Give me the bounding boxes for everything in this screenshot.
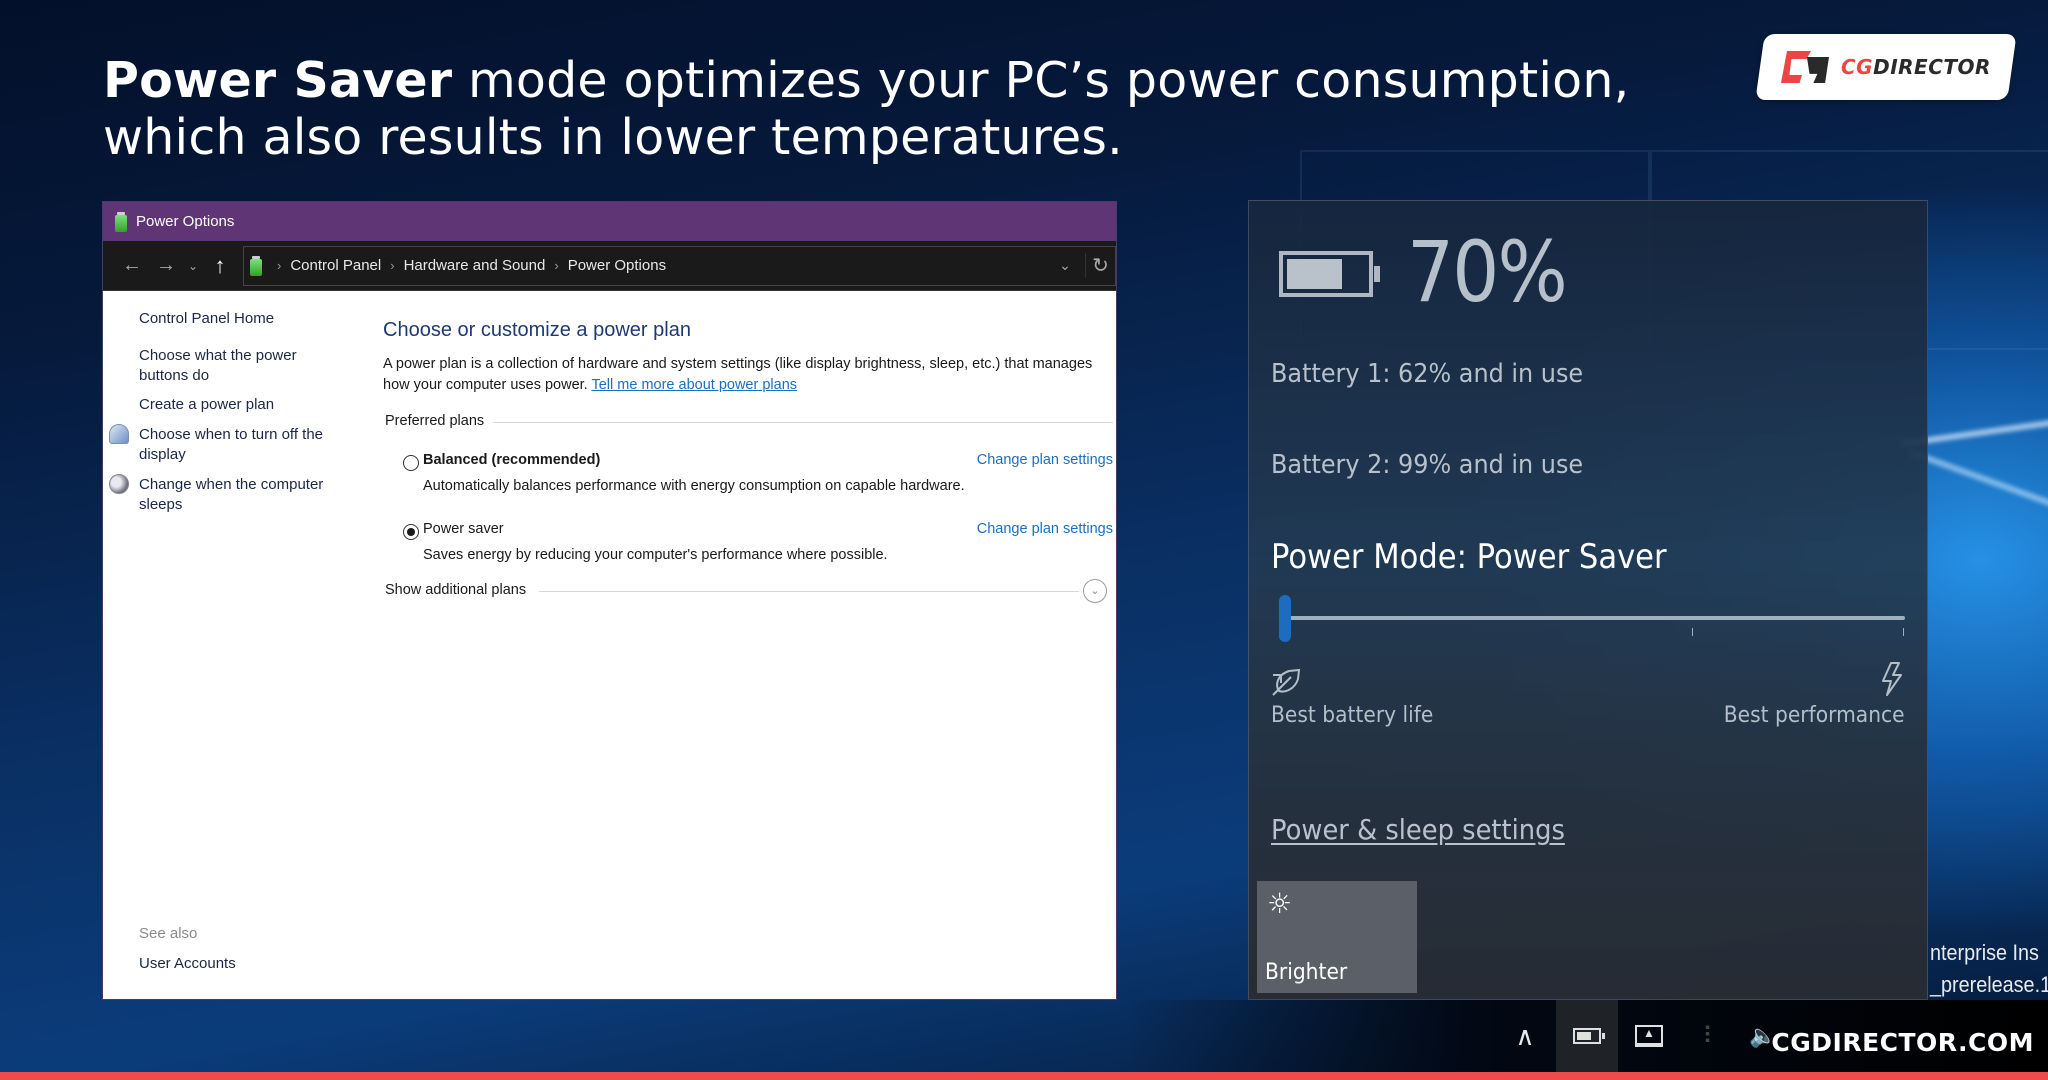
brighter-label: Brighter bbox=[1265, 960, 1348, 985]
user-accounts-link[interactable]: User Accounts bbox=[139, 955, 236, 972]
power-mode-slider-track[interactable] bbox=[1279, 616, 1905, 620]
battery-location-icon bbox=[250, 255, 262, 276]
window-content: Control Panel Home Choose what the power… bbox=[103, 291, 1116, 1000]
address-bar[interactable]: › Control Panel › Hardware and Sound › P… bbox=[243, 245, 1116, 286]
sun-brightness-icon: ☼ bbox=[1267, 887, 1293, 920]
breadcrumb-separator-icon[interactable]: › bbox=[390, 258, 394, 273]
power-sleep-settings-link[interactable]: Power & sleep settings bbox=[1271, 813, 1565, 846]
back-arrow-icon[interactable]: ← bbox=[115, 254, 149, 277]
slider-tick bbox=[1903, 628, 1904, 636]
best-battery-life-label: Best battery life bbox=[1271, 703, 1434, 728]
headline: Power Saver mode optimizes your PC’s pow… bbox=[103, 52, 1629, 166]
display-clock-icon bbox=[109, 424, 129, 444]
additional-plans-divider bbox=[539, 591, 1079, 592]
plan-balanced-description: Automatically balances performance with … bbox=[423, 478, 965, 494]
breadcrumb-separator-icon[interactable]: › bbox=[554, 258, 558, 273]
plan-power-saver-change-settings-link[interactable]: Change plan settings bbox=[977, 521, 1113, 537]
page-heading: Choose or customize a power plan bbox=[383, 319, 691, 341]
breadcrumb-control-panel[interactable]: Control Panel bbox=[290, 257, 381, 274]
best-performance-label: Best performance bbox=[1724, 703, 1905, 728]
breadcrumb-hardware-and-sound[interactable]: Hardware and Sound bbox=[404, 257, 546, 274]
battery-fill bbox=[1287, 259, 1342, 289]
preferred-plans-label: Preferred plans bbox=[385, 413, 493, 429]
refresh-icon[interactable]: ↻ bbox=[1085, 253, 1115, 278]
plan-balanced-radio[interactable] bbox=[403, 455, 419, 471]
show-hidden-icons-chevron-icon[interactable]: ∧ bbox=[1494, 1000, 1556, 1072]
recent-locations-chevron-icon[interactable]: ⌄ bbox=[183, 259, 203, 273]
sidebar-create-power-plan[interactable]: Create a power plan bbox=[139, 395, 339, 415]
breadcrumb-power-options[interactable]: Power Options bbox=[568, 257, 666, 274]
plan-balanced-name[interactable]: Balanced (recommended) bbox=[423, 452, 600, 468]
see-also-label: See also bbox=[139, 925, 198, 942]
plan-power-saver-radio[interactable] bbox=[403, 524, 419, 540]
breadcrumb-separator-icon: › bbox=[277, 258, 282, 273]
brighter-quick-action[interactable]: ☼ Brighter bbox=[1257, 881, 1417, 993]
forward-arrow-icon[interactable]: → bbox=[149, 254, 183, 277]
logo-suffix: DIRECTOR bbox=[1873, 55, 1991, 79]
show-additional-plans[interactable]: Show additional plans bbox=[385, 582, 535, 598]
battery-2-status: Battery 2: 99% and in use bbox=[1271, 450, 1584, 480]
plan-power-saver-name[interactable]: Power saver bbox=[423, 521, 504, 537]
window-title-bar[interactable]: Power Options bbox=[103, 202, 1116, 241]
sidebar-control-panel-home[interactable]: Control Panel Home bbox=[139, 309, 339, 329]
battery-percentage: 70% bbox=[1407, 223, 1568, 321]
sidebar-turn-off-display[interactable]: Choose when to turn off the display bbox=[139, 425, 339, 465]
plan-balanced-change-settings-link[interactable]: Change plan settings bbox=[977, 452, 1113, 468]
sleep-moon-icon bbox=[109, 474, 129, 494]
cgdirector-logo-mark-icon bbox=[1781, 49, 1833, 85]
battery-flyout: 70% Battery 1: 62% and in use Battery 2:… bbox=[1248, 200, 1928, 1000]
tray-battery-button[interactable] bbox=[1556, 1000, 1618, 1072]
project-display-icon: ▲ bbox=[1635, 1025, 1663, 1047]
page-description: A power plan is a collection of hardware… bbox=[383, 354, 1093, 395]
address-bar-controls: ⌄ ↻ bbox=[1045, 253, 1115, 278]
logo-text: CGDIRECTOR bbox=[1841, 55, 1991, 79]
battery-app-icon bbox=[115, 211, 127, 232]
address-dropdown-chevron-icon[interactable]: ⌄ bbox=[1045, 257, 1085, 274]
headline-line-1-text: mode optimizes your PC’s power consumpti… bbox=[452, 52, 1630, 109]
headline-line-1: Power Saver mode optimizes your PC’s pow… bbox=[103, 52, 1629, 109]
navigation-bar: ← → ⌄ ↑ › Control Panel › Hardware and S… bbox=[103, 241, 1116, 291]
leaf-battery-saver-icon bbox=[1272, 668, 1301, 696]
main-pane: Choose or customize a power plan A power… bbox=[383, 291, 1116, 1000]
group-divider bbox=[493, 422, 1113, 423]
power-options-window: Power Options ← → ⌄ ↑ › Control Panel › … bbox=[102, 201, 1117, 1000]
battery-icon bbox=[1279, 251, 1380, 297]
tray-project-button[interactable]: ▲ bbox=[1618, 1000, 1680, 1072]
power-mode-title: Power Mode: Power Saver bbox=[1271, 537, 1667, 577]
up-arrow-icon[interactable]: ↑ bbox=[203, 253, 237, 279]
sidebar: Control Panel Home Choose what the power… bbox=[103, 291, 373, 1000]
logo-prefix: CG bbox=[1841, 55, 1874, 79]
headline-line-2: which also results in lower temperatures… bbox=[103, 109, 1123, 166]
tray-battery-icon bbox=[1573, 1028, 1605, 1044]
lightning-performance-icon bbox=[1882, 662, 1902, 696]
brand-stripe bbox=[0, 1072, 2048, 1080]
expand-chevron-icon[interactable]: ⌄ bbox=[1083, 579, 1107, 603]
site-url: CGDIRECTOR.COM bbox=[1771, 1028, 2034, 1057]
sidebar-power-buttons[interactable]: Choose what the power buttons do bbox=[139, 346, 339, 386]
headline-bold: Power Saver bbox=[103, 52, 453, 109]
watermark-line-2: _prerelease.1 bbox=[1930, 972, 2048, 997]
cgdirector-logo: CGDIRECTOR bbox=[1755, 34, 2017, 100]
taskbar: ∧ ▲ ⠇ 🔈 bbox=[0, 1000, 2048, 1072]
battery-1-status: Battery 1: 62% and in use bbox=[1271, 359, 1584, 389]
watermark-line-1: nterprise Ins bbox=[1930, 940, 2039, 965]
plan-power-saver-description: Saves energy by reducing your computer's… bbox=[423, 547, 888, 563]
sidebar-computer-sleeps[interactable]: Change when the computer sleeps bbox=[139, 475, 339, 515]
window-title: Power Options bbox=[136, 213, 235, 230]
slider-tick bbox=[1692, 628, 1694, 636]
learn-more-link[interactable]: Tell me more about power plans bbox=[591, 377, 797, 393]
power-mode-slider-thumb[interactable] bbox=[1279, 595, 1291, 642]
